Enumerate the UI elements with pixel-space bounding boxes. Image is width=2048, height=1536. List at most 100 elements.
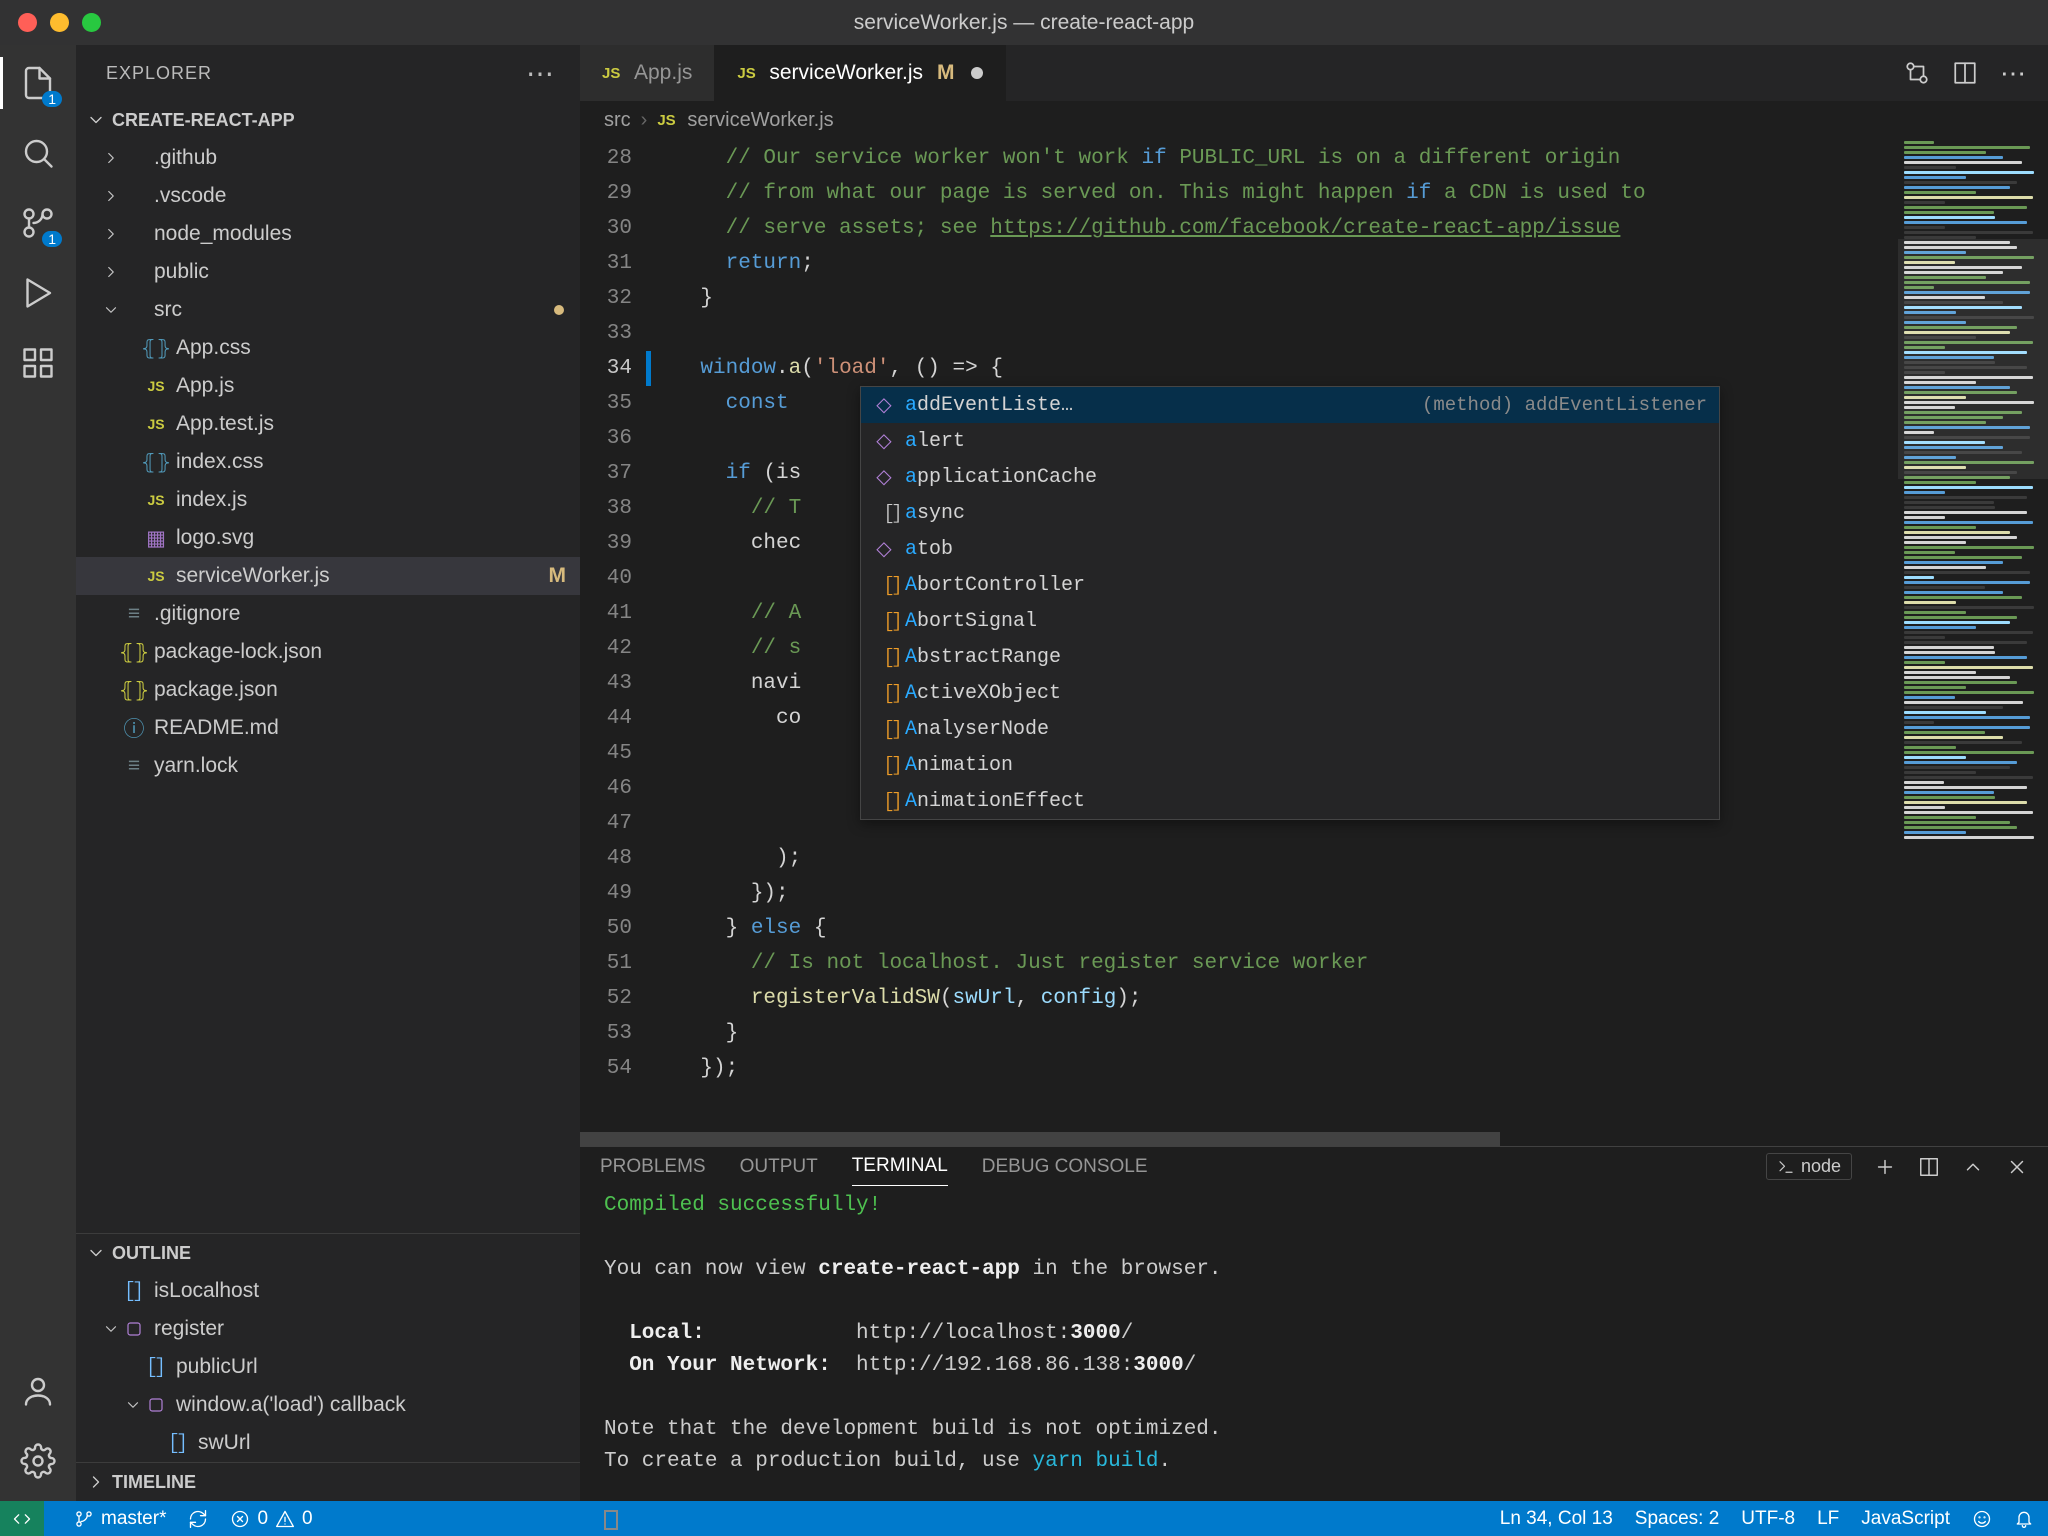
file-item[interactable]: JSApp.test.js (76, 405, 580, 443)
horizontal-scrollbar[interactable] (580, 1132, 1500, 1146)
file-item[interactable]: ⦃⦄package.json (76, 671, 580, 709)
outline-item[interactable]: ［］swUrl (76, 1424, 580, 1462)
file-item[interactable]: JSindex.js (76, 481, 580, 519)
settings-gear-icon[interactable] (18, 1441, 58, 1481)
panel-tabs: PROBLEMS OUTPUT TERMINAL DEBUG CONSOLE node (580, 1147, 2048, 1186)
folder-item[interactable]: src (76, 291, 580, 329)
js-file-icon: JS (657, 112, 677, 129)
outline-item[interactable]: register (76, 1310, 580, 1348)
suggest-item[interactable]: ◇applicationCache (861, 459, 1719, 495)
split-editor-icon[interactable] (1952, 60, 1978, 86)
editor-more-icon[interactable]: ⋯ (2000, 58, 2028, 89)
panel-tab[interactable]: TERMINAL (852, 1147, 948, 1186)
file-item[interactable]: ▦logo.svg (76, 519, 580, 557)
folder-item[interactable]: .github (76, 139, 580, 177)
terminal-output[interactable]: Compiled successfully! You can now view … (580, 1186, 2048, 1536)
editor-tabs: JSApp.jsJSserviceWorker.jsM ⋯ (580, 45, 2048, 101)
bottom-panel: PROBLEMS OUTPUT TERMINAL DEBUG CONSOLE node… (580, 1146, 2048, 1501)
breadcrumb-seg-file[interactable]: serviceWorker.js (687, 109, 833, 132)
suggest-kind-icon: ◇ (873, 392, 895, 418)
timeline-header[interactable]: TIMELINE (76, 1463, 580, 1501)
suggest-kind-icon: ［］ (873, 642, 895, 672)
suggest-item[interactable]: ［］AbortSignal (861, 603, 1719, 639)
editor-area: JSApp.jsJSserviceWorker.jsM ⋯ src › JS s… (580, 45, 2048, 1501)
suggest-item[interactable]: ［］ActiveXObject (861, 675, 1719, 711)
remote-button[interactable] (0, 1501, 44, 1536)
suggest-kind-icon: ［］ (873, 786, 895, 816)
folder-item[interactable]: public (76, 253, 580, 291)
outline-item[interactable]: window.a('load') callback (76, 1386, 580, 1424)
close-window-button[interactable] (18, 13, 37, 32)
source-control-icon[interactable]: 1 (18, 203, 58, 243)
suggest-item[interactable]: ［］async (861, 495, 1719, 531)
project-name: CREATE-REACT-APP (112, 110, 295, 131)
outline-tree: ［］isLocalhostregister［］publicUrlwindow.a… (76, 1272, 580, 1462)
maximize-panel-icon[interactable] (1962, 1156, 1984, 1178)
editor-tab-actions: ⋯ (1904, 45, 2048, 101)
sidebar: EXPLORER ⋯ CREATE-REACT-APP .github.vsco… (76, 45, 580, 1501)
code-editor[interactable]: 2829303132333435363738394041424344454647… (580, 139, 2048, 1146)
compare-changes-icon[interactable] (1904, 60, 1930, 86)
autocomplete-popup[interactable]: ◇addEventListe…(method) addEventListener… (860, 386, 1720, 820)
file-item[interactable]: ⦃⦄index.css (76, 443, 580, 481)
suggest-kind-icon: ［］ (873, 714, 895, 744)
panel-tab[interactable]: PROBLEMS (600, 1148, 706, 1186)
project-header[interactable]: CREATE-REACT-APP (76, 101, 580, 139)
file-item[interactable]: JSserviceWorker.jsM (76, 557, 580, 595)
suggest-kind-icon: ◇ (873, 428, 895, 454)
suggest-item[interactable]: ［］Animation (861, 747, 1719, 783)
window-title: serviceWorker.js — create-react-app (854, 11, 1194, 35)
explorer-icon[interactable]: 1 (18, 63, 58, 103)
file-item[interactable]: ≡.gitignore (76, 595, 580, 633)
activity-bar: 1 1 (0, 45, 76, 1501)
new-terminal-icon[interactable] (1874, 1156, 1896, 1178)
split-terminal-icon[interactable] (1918, 1156, 1940, 1178)
suggest-item[interactable]: ［］AbstractRange (861, 639, 1719, 675)
folder-item[interactable]: .vscode (76, 177, 580, 215)
suggest-item[interactable]: ◇atob (861, 531, 1719, 567)
minimap[interactable] (1898, 139, 2048, 1146)
breadcrumb-seg-folder[interactable]: src (604, 109, 631, 132)
breadcrumb[interactable]: src › JS serviceWorker.js (580, 101, 2048, 139)
minimap-viewport[interactable] (1898, 239, 2048, 479)
sync-button[interactable] (188, 1509, 208, 1529)
run-debug-icon[interactable] (18, 273, 58, 313)
outline-item[interactable]: ［］publicUrl (76, 1348, 580, 1386)
file-item[interactable]: ≡yarn.lock (76, 747, 580, 785)
suggest-detail: (method) addEventListener (1422, 394, 1707, 416)
suggest-item[interactable]: ［］AnalyserNode (861, 711, 1719, 747)
panel-tab[interactable]: DEBUG CONSOLE (982, 1148, 1148, 1186)
suggest-item[interactable]: ◇addEventListe…(method) addEventListener (861, 387, 1719, 423)
file-item[interactable]: ⦃⦄App.css (76, 329, 580, 367)
terminal-dropdown[interactable]: node (1766, 1153, 1852, 1180)
maximize-window-button[interactable] (82, 13, 101, 32)
sidebar-more-icon[interactable]: ⋯ (526, 57, 556, 90)
titlebar: serviceWorker.js — create-react-app (0, 0, 2048, 45)
file-tree: .github.vscodenode_modulespublicsrc⦃⦄App… (76, 139, 580, 785)
outline-header[interactable]: OUTLINE (76, 1234, 580, 1272)
file-item[interactable]: ⦃⦄package-lock.json (76, 633, 580, 671)
panel-tab[interactable]: OUTPUT (740, 1148, 818, 1186)
extensions-icon[interactable] (18, 343, 58, 383)
search-icon[interactable] (18, 133, 58, 173)
minimize-window-button[interactable] (50, 13, 69, 32)
suggest-item[interactable]: ◇alert (861, 423, 1719, 459)
outline-item[interactable]: ［］isLocalhost (76, 1272, 580, 1310)
git-branch-status[interactable]: master* (74, 1508, 166, 1530)
editor-tab[interactable]: JSApp.js (580, 45, 715, 101)
folder-item[interactable]: node_modules (76, 215, 580, 253)
file-item[interactable]: ⓘREADME.md (76, 709, 580, 747)
suggest-kind-icon: ［］ (873, 570, 895, 600)
window-controls (18, 13, 101, 32)
close-panel-icon[interactable] (2006, 1156, 2028, 1178)
editor-tab[interactable]: JSserviceWorker.jsM (715, 45, 1005, 101)
js-file-icon: JS (737, 65, 759, 82)
suggest-item[interactable]: ［］AnimationEffect (861, 783, 1719, 819)
suggest-kind-icon: ［］ (873, 678, 895, 708)
suggest-kind-icon: ［］ (873, 750, 895, 780)
suggest-item[interactable]: ［］AbortController (861, 567, 1719, 603)
file-item[interactable]: JSApp.js (76, 367, 580, 405)
modified-tag: M (937, 61, 955, 85)
problems-status[interactable]: 0 0 (230, 1508, 312, 1530)
accounts-icon[interactable] (18, 1371, 58, 1411)
